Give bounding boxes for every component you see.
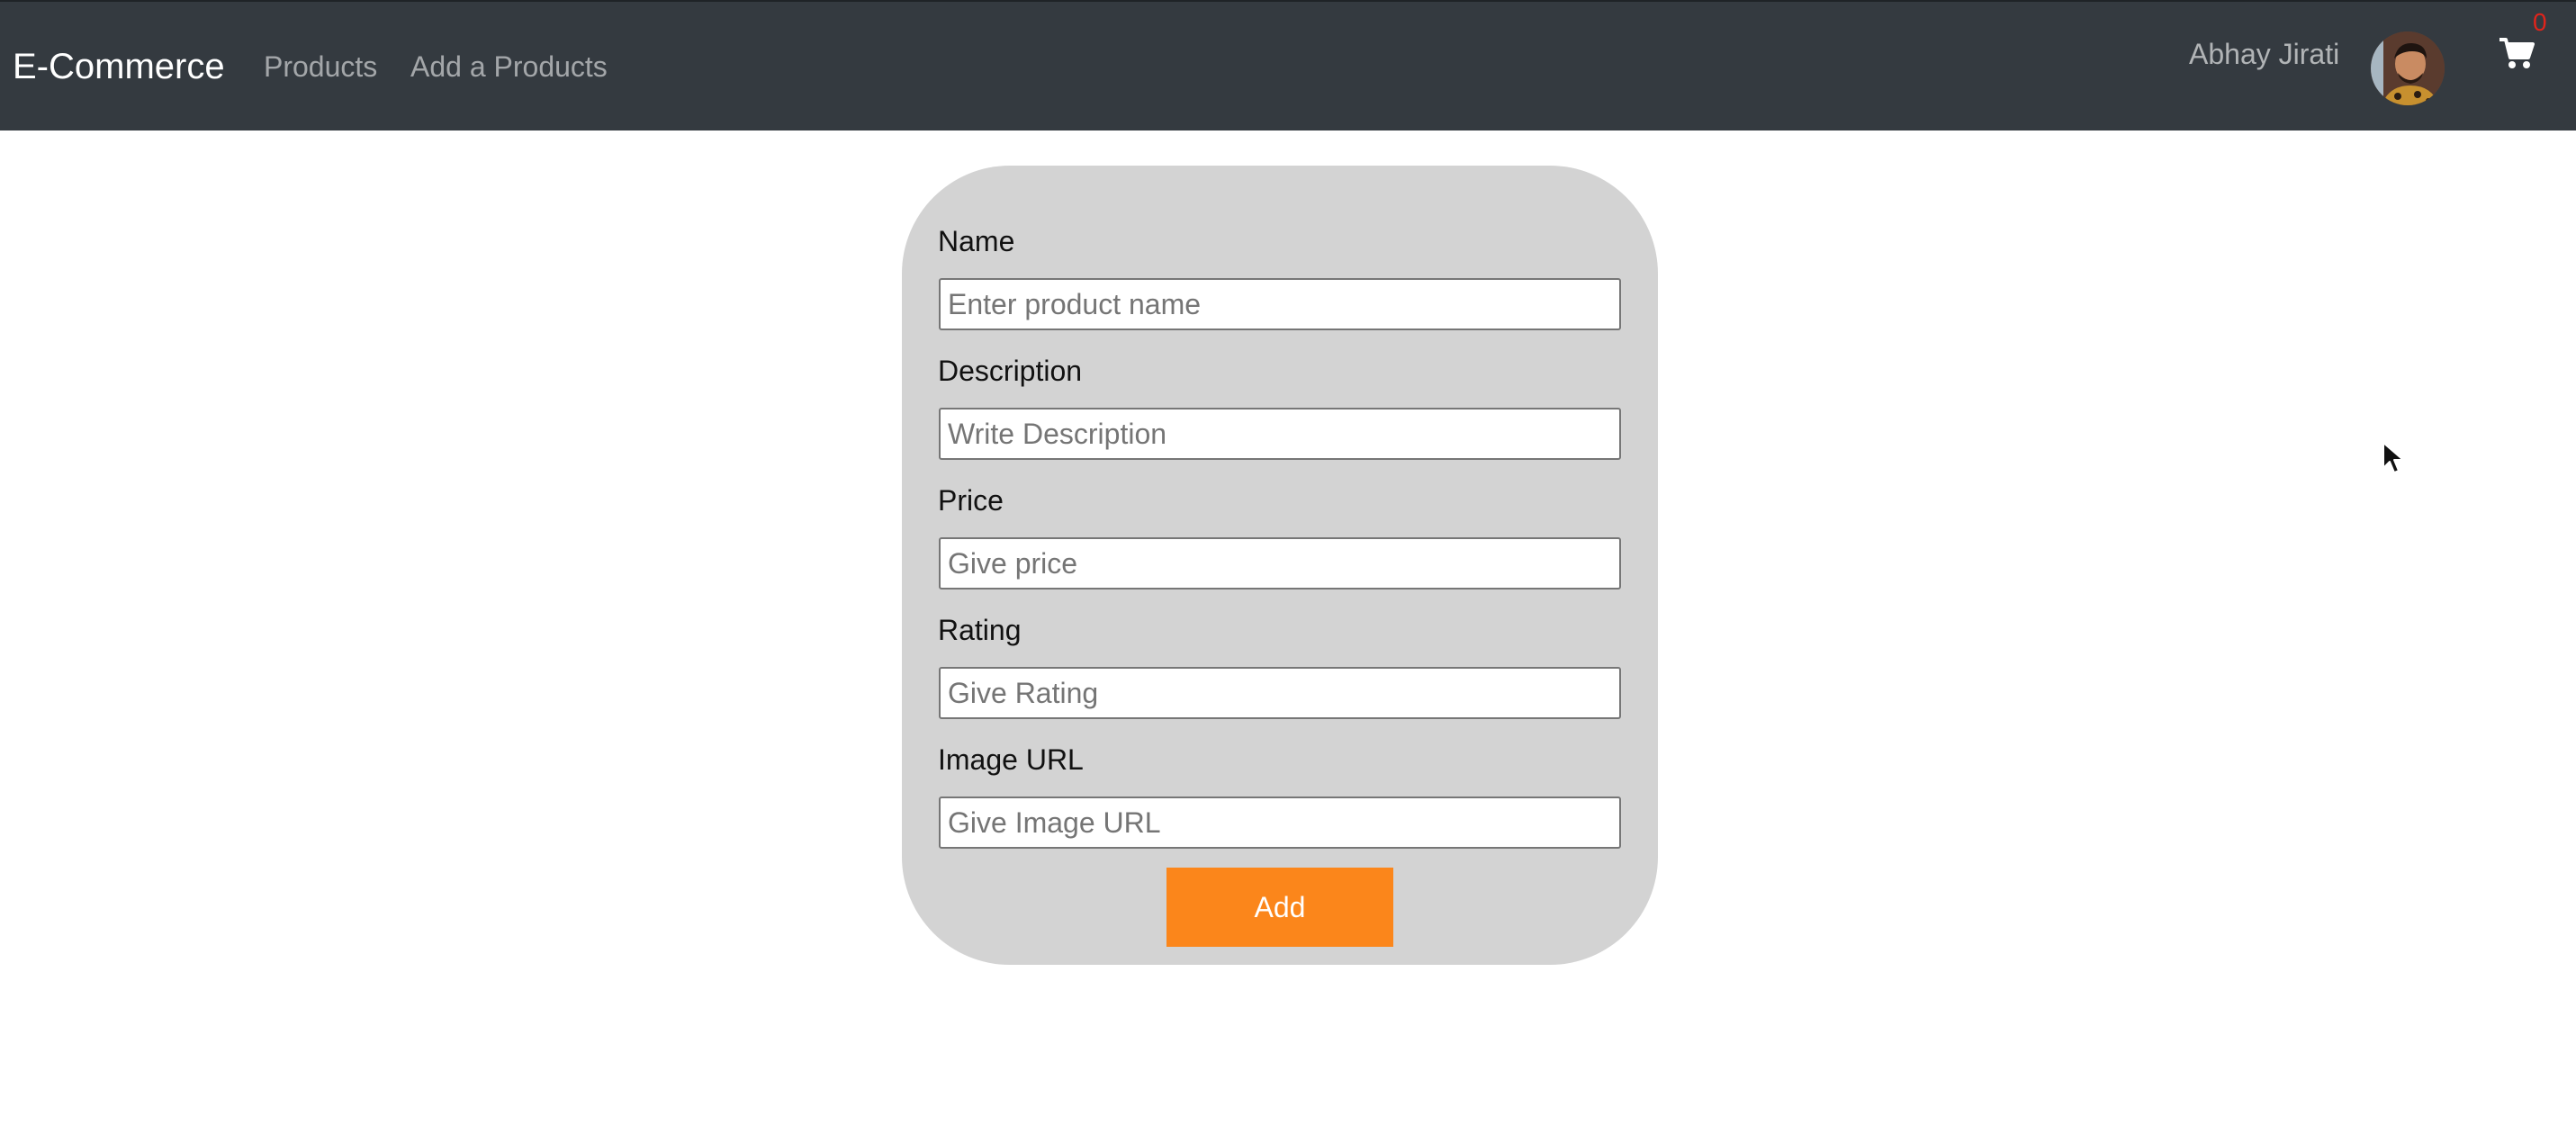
user-name: Abhay Jirati [2189,38,2340,70]
brand-link[interactable]: E-Commerce [13,45,225,88]
image-url-label: Image URL [938,743,1084,776]
shopping-cart-icon[interactable] [2499,36,2535,70]
add-product-form: Name Description Price Rating Image URL … [902,166,1658,965]
name-label: Name [938,225,1015,257]
price-label: Price [938,484,1004,517]
image-url-input[interactable] [939,796,1621,849]
mouse-pointer-icon [2382,442,2404,473]
description-input[interactable] [939,408,1621,460]
cart-count-badge: 0 [2533,8,2547,36]
rating-label: Rating [938,614,1022,646]
rating-input[interactable] [939,667,1621,719]
top-navbar: E-Commerce Products Add a Products Abhay… [0,0,2576,130]
price-input[interactable] [939,537,1621,590]
product-name-input[interactable] [939,278,1621,330]
avatar-image [2371,32,2445,105]
nav-link-add-products[interactable]: Add a Products [410,49,608,85]
description-label: Description [938,355,1083,387]
add-button[interactable]: Add [1166,868,1393,947]
user-avatar[interactable] [2371,32,2445,105]
nav-link-products[interactable]: Products [264,49,377,85]
